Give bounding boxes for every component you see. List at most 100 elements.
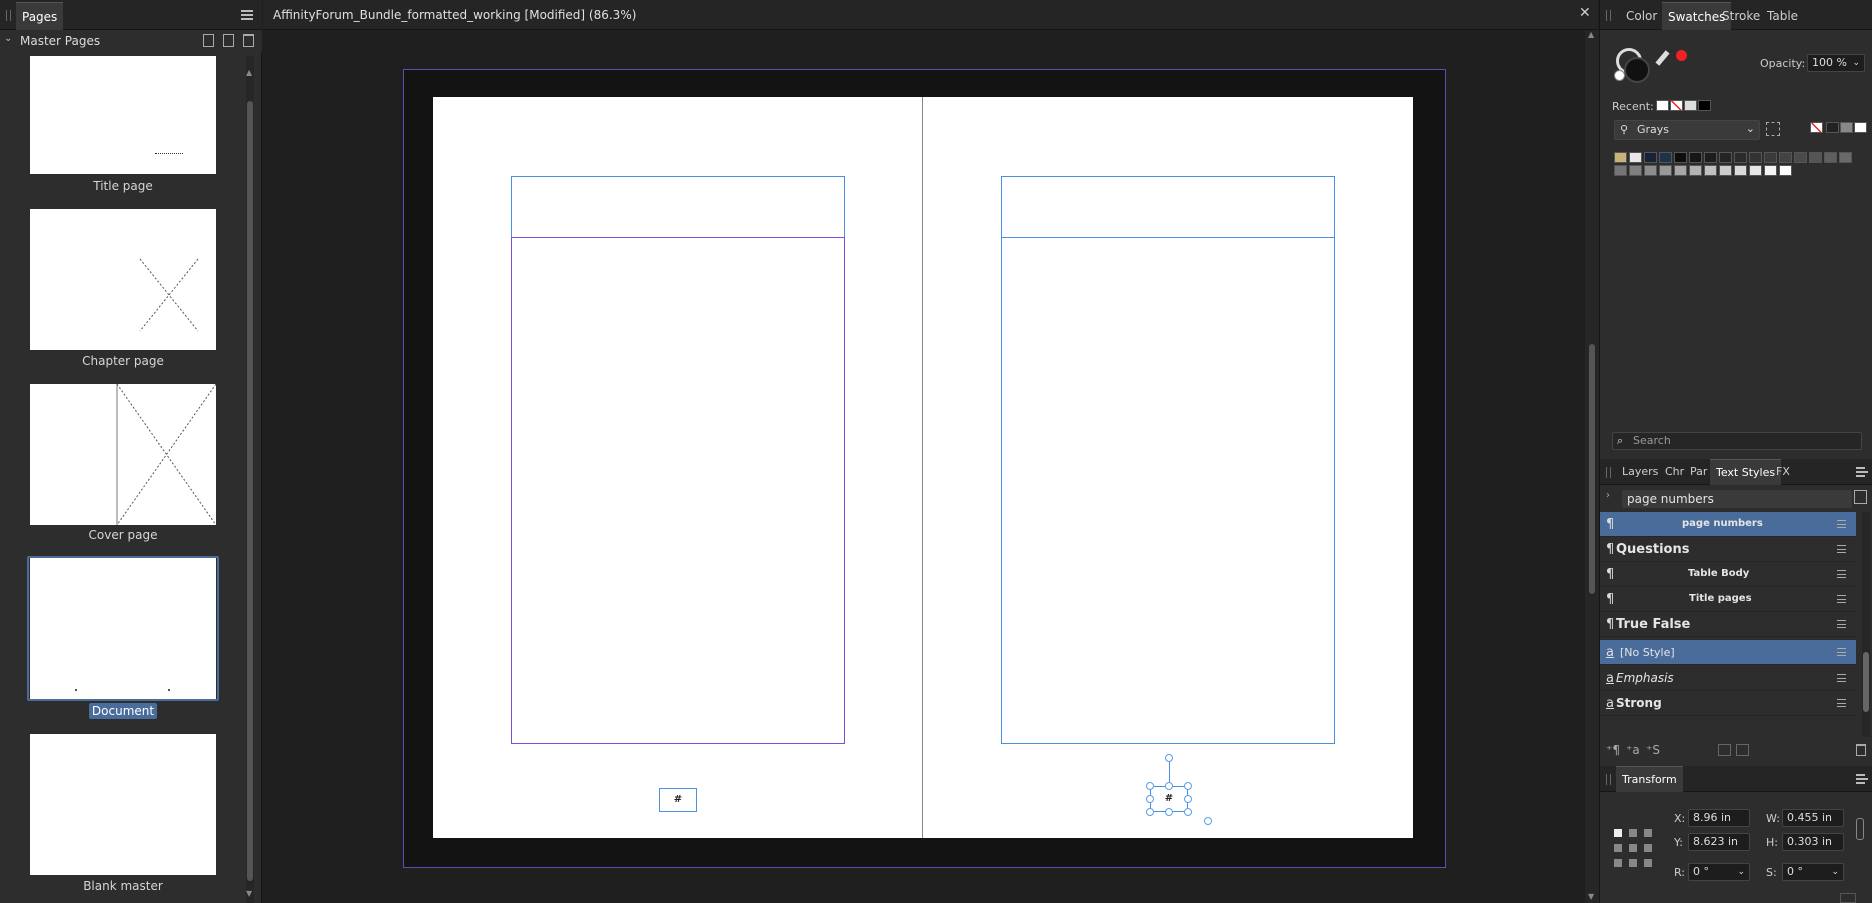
palette-swatch[interactable] [1719, 152, 1732, 163]
resize-handle[interactable] [1165, 782, 1173, 790]
apply-style-icon[interactable] [1718, 744, 1731, 756]
resize-handle[interactable] [1184, 795, 1192, 803]
fill-well-icon[interactable] [1624, 57, 1650, 83]
resize-handle[interactable] [1146, 795, 1154, 803]
new-paragraph-style-icon[interactable]: ⁺¶ [1606, 743, 1620, 757]
new-style-group-icon[interactable]: ⁺S [1646, 743, 1660, 757]
style-row-questions[interactable]: ¶ Questions [1600, 537, 1856, 562]
tab-table[interactable]: Table [1761, 2, 1804, 30]
black-swatch[interactable] [1826, 122, 1839, 133]
master-thumbnail[interactable] [30, 558, 216, 699]
palette-swatch[interactable] [1704, 152, 1717, 163]
page-spread[interactable]: # # [433, 97, 1413, 838]
anchor-point[interactable] [1644, 844, 1652, 852]
style-menu-icon[interactable] [1837, 570, 1846, 578]
scroll-down-icon[interactable]: ▼ [246, 889, 252, 898]
style-menu-icon[interactable] [1837, 620, 1846, 628]
resize-handle[interactable] [1146, 782, 1154, 790]
palette-swatch[interactable] [1749, 165, 1762, 176]
style-row-no-style[interactable]: a [No Style] [1600, 640, 1856, 665]
tab-stroke[interactable]: Stroke [1716, 2, 1766, 30]
scroll-up-icon[interactable]: ▲ [1588, 30, 1594, 39]
palette-swatch[interactable] [1779, 152, 1792, 163]
recent-swatch[interactable] [1656, 100, 1669, 111]
text-frame-left[interactable] [511, 237, 845, 744]
color-sample-icon[interactable] [1676, 50, 1687, 61]
opacity-field[interactable]: 100 % ⌄ [1807, 54, 1865, 72]
move-handle[interactable] [1204, 817, 1212, 825]
style-row-emphasis[interactable]: a Emphasis [1600, 666, 1856, 691]
style-menu-icon[interactable] [1837, 545, 1846, 553]
palette-dropdown[interactable]: ⚲ Grays ⌄ [1614, 120, 1760, 140]
style-menu-icon[interactable] [1837, 674, 1846, 682]
style-row-page-numbers[interactable]: ¶ page numbers [1600, 512, 1856, 537]
palette-swatch[interactable] [1659, 152, 1672, 163]
color-picker-icon[interactable] [1655, 50, 1670, 66]
master-document[interactable]: Document [27, 556, 219, 723]
master-blank-master[interactable]: Blank master [30, 734, 216, 899]
style-menu-icon[interactable] [1837, 648, 1846, 656]
header-frame-right[interactable] [1001, 176, 1335, 238]
palette-swatch[interactable] [1644, 165, 1657, 176]
w-field[interactable]: 0.455 in [1782, 809, 1844, 827]
recent-swatch[interactable] [1684, 100, 1697, 111]
document-title[interactable]: AffinityForum_Bundle_formatted_working [… [273, 8, 636, 22]
panel-grip-icon[interactable] [1606, 774, 1611, 785]
anchor-point-selector[interactable] [1614, 829, 1652, 867]
palette-swatch[interactable] [1839, 152, 1852, 163]
palette-swatch[interactable] [1794, 152, 1807, 163]
scroll-down-icon[interactable]: ▼ [1588, 892, 1594, 901]
anchor-point[interactable] [1644, 829, 1652, 837]
header-frame-left[interactable] [511, 176, 845, 238]
palette-swatch[interactable] [1614, 152, 1627, 163]
anchor-point[interactable] [1644, 859, 1652, 867]
scroll-up-icon[interactable]: ▲ [246, 68, 252, 77]
tab-fx[interactable]: FX [1770, 459, 1796, 485]
x-field[interactable]: 8.96 in [1688, 809, 1750, 827]
style-menu-icon[interactable] [1837, 520, 1846, 528]
style-row-true-false[interactable]: ¶ True False [1600, 612, 1856, 637]
palette-swatch[interactable] [1689, 165, 1702, 176]
palette-swatch[interactable] [1629, 165, 1642, 176]
scroll-thumb[interactable] [247, 101, 253, 881]
master-chapter-page[interactable]: Chapter page [30, 209, 216, 374]
chevron-down-icon[interactable]: ⌄ [1737, 864, 1745, 880]
new-character-style-icon[interactable]: ⁺a [1626, 743, 1640, 757]
shear-field[interactable]: 0 ° ⌄ [1782, 863, 1844, 881]
resize-handle[interactable] [1165, 808, 1173, 816]
palette-swatch[interactable] [1719, 165, 1732, 176]
y-field[interactable]: 8.623 in [1688, 833, 1750, 851]
panel-grip-icon[interactable] [1606, 10, 1611, 21]
palette-swatch[interactable] [1749, 152, 1762, 163]
palette-swatch[interactable] [1764, 165, 1777, 176]
h-field[interactable]: 0.303 in [1782, 833, 1844, 851]
close-document-icon[interactable]: ✕ [1579, 5, 1591, 21]
chevron-down-icon[interactable]: ⌄ [1831, 864, 1839, 880]
chevron-down-icon[interactable]: ⌄ [1852, 55, 1860, 71]
resize-handle[interactable] [1184, 782, 1192, 790]
transform-options-icon[interactable] [1840, 893, 1856, 903]
tab-pages[interactable]: Pages [16, 2, 64, 30]
canvas-scrollbar[interactable]: ▲ ▼ [1585, 30, 1599, 903]
clear-style-icon[interactable] [1736, 744, 1749, 756]
pages-scrollbar[interactable]: ▲ ▼ [246, 56, 254, 903]
text-style-list[interactable]: ¶ page numbers ¶ Questions ¶ Table Body … [1600, 512, 1860, 742]
white-swatch[interactable] [1854, 122, 1867, 133]
panel-grip-icon[interactable] [1606, 467, 1611, 478]
palette-swatch[interactable] [1644, 152, 1657, 163]
master-thumbnail[interactable] [30, 56, 216, 174]
text-frame-right[interactable] [1001, 237, 1335, 744]
lock-aspect-icon[interactable] [1856, 818, 1864, 840]
anchor-point[interactable] [1629, 859, 1637, 867]
tab-transform[interactable]: Transform [1616, 766, 1683, 792]
anchor-point[interactable] [1629, 829, 1637, 837]
delete-master-icon[interactable] [243, 34, 254, 47]
tab-color[interactable]: Color [1620, 2, 1663, 30]
master-cover-page[interactable]: Cover page [30, 384, 216, 549]
palette-swatch[interactable] [1704, 165, 1717, 176]
scroll-thumb[interactable] [1589, 344, 1595, 594]
delete-style-icon[interactable] [1856, 744, 1866, 756]
anchor-point[interactable] [1629, 844, 1637, 852]
style-menu-icon[interactable] [1837, 699, 1846, 707]
swatch-search-input[interactable]: ⌕ Search [1612, 432, 1862, 450]
